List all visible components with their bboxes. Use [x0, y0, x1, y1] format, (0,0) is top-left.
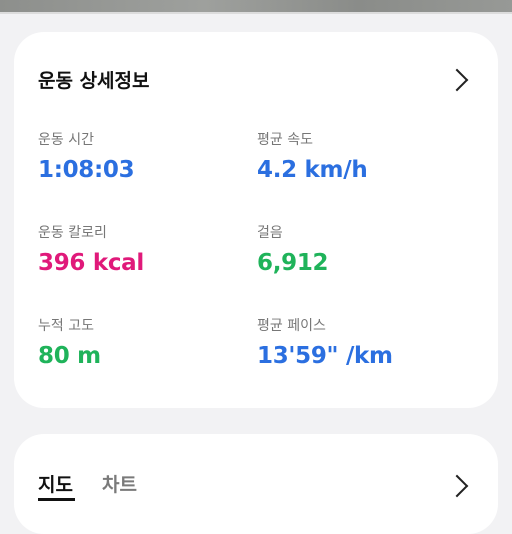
- tab-chart[interactable]: 차트: [102, 470, 137, 497]
- card-title: 운동 상세정보: [38, 70, 150, 92]
- stat-elevation-gain: 누적 고도 80 m: [38, 317, 101, 371]
- map-chart-card: 지도 차트: [14, 434, 498, 534]
- background-image-strip: [0, 0, 512, 12]
- stat-value: 6,912: [257, 250, 329, 276]
- stat-value: 4.2 km/h: [257, 157, 368, 183]
- divider: [0, 12, 512, 14]
- stat-value: 80 m: [38, 343, 101, 369]
- chevron-right-icon[interactable]: [445, 474, 469, 498]
- stat-calories: 운동 칼로리 396 kcal: [38, 224, 144, 278]
- stat-average-speed: 평균 속도 4.2 km/h: [257, 131, 368, 185]
- tab-map[interactable]: 지도: [38, 470, 73, 497]
- selected-tab-indicator: [38, 498, 75, 501]
- stat-steps: 걸음 6,912: [257, 224, 329, 278]
- workout-details-card[interactable]: 운동 상세정보 운동 시간 1:08:03 평균 속도 4.2 km/h 운동 …: [14, 32, 498, 408]
- stat-label: 평균 페이스: [257, 318, 326, 334]
- stat-label: 운동 칼로리: [38, 225, 107, 241]
- stat-value: 1:08:03: [38, 157, 135, 183]
- stat-value: 396 kcal: [38, 250, 144, 276]
- stat-label: 운동 시간: [38, 132, 94, 148]
- stat-average-pace: 평균 페이스 13'59" /km: [257, 317, 393, 371]
- stat-workout-time: 운동 시간 1:08:03: [38, 131, 135, 185]
- stat-value: 13'59" /km: [257, 343, 393, 369]
- stat-label: 누적 고도: [38, 318, 94, 334]
- chevron-right-icon[interactable]: [445, 68, 469, 92]
- stat-label: 평균 속도: [257, 132, 313, 148]
- stat-label: 걸음: [257, 225, 283, 241]
